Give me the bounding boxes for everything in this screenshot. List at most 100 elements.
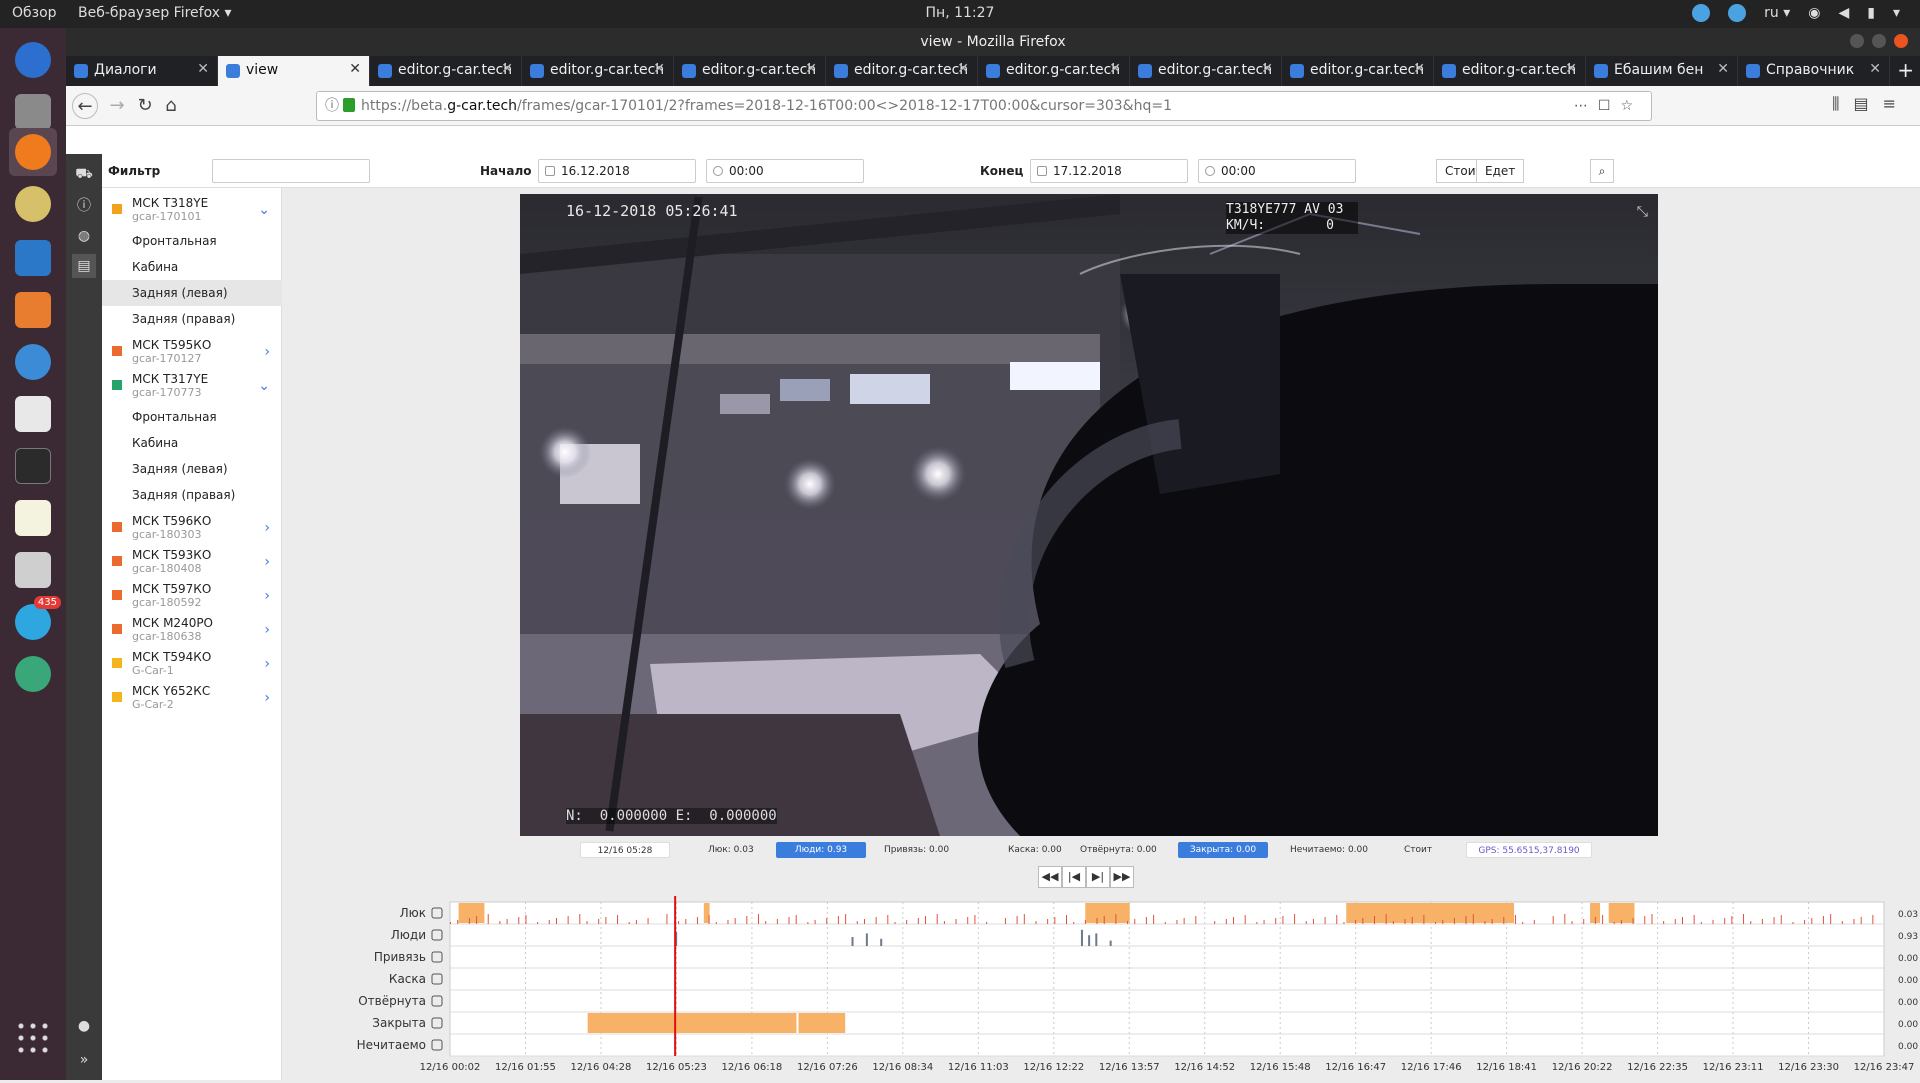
launcher-amazon[interactable]	[9, 390, 57, 438]
vehicle-item[interactable]: МСК Т317YE gcar-170773 ⌄	[102, 368, 282, 402]
frames-icon[interactable]: ▤	[72, 254, 96, 278]
system-tray[interactable]: ru ▾ ◉ ◀ ▮ ▾	[1692, 4, 1900, 22]
maximize-button[interactable]	[1872, 34, 1886, 48]
camera-item[interactable]: Фронтальная	[102, 404, 282, 430]
launcher-help[interactable]	[9, 338, 57, 386]
chevron-down-icon[interactable]: ⌄	[258, 202, 270, 218]
tab-4[interactable]: editor.g-car.tech ✕	[674, 56, 826, 86]
close-window-button[interactable]	[1894, 34, 1908, 48]
step-back-button[interactable]: |◀	[1062, 866, 1086, 888]
search-icon[interactable]: ⌕	[1590, 159, 1614, 183]
camera-item[interactable]: Кабина	[102, 430, 282, 456]
start-date-input[interactable]: 16.12.2018	[538, 159, 696, 183]
new-tab-button[interactable]: +	[1897, 58, 1914, 82]
volume-icon[interactable]: ◀	[1838, 5, 1849, 21]
close-tab-icon[interactable]: ✕	[1869, 61, 1881, 77]
info-icon[interactable]: ⓘ	[325, 92, 339, 120]
camera-item[interactable]: Задняя (левая)	[102, 280, 282, 306]
close-tab-icon[interactable]: ✕	[501, 61, 513, 77]
launcher-software[interactable]	[9, 286, 57, 334]
chevron-right-icon[interactable]: ›	[264, 690, 270, 706]
chevron-right-icon[interactable]: ›	[264, 656, 270, 672]
tab-9[interactable]: editor.g-car.tech ✕	[1434, 56, 1586, 86]
expand-icon[interactable]: »	[72, 1048, 96, 1072]
clock[interactable]: Пн, 11:27	[0, 5, 1920, 21]
close-tab-icon[interactable]: ✕	[1261, 61, 1273, 77]
vehicle-item[interactable]: МСК Y652КС G-Car-2 ›	[102, 680, 282, 714]
launcher-text-editor[interactable]	[9, 494, 57, 542]
start-time-input[interactable]: 00:00	[706, 159, 864, 183]
launcher-atom[interactable]	[9, 650, 57, 698]
tab-3[interactable]: editor.g-car.tech ✕	[522, 56, 674, 86]
rewind-button[interactable]: ◀◀	[1038, 866, 1062, 888]
tab-7[interactable]: editor.g-car.tech ✕	[1130, 56, 1282, 86]
language-indicator[interactable]: ru ▾	[1764, 5, 1790, 21]
tab-6[interactable]: editor.g-car.tech ✕	[978, 56, 1130, 86]
tab-2[interactable]: editor.g-car.tech ✕	[370, 56, 522, 86]
close-tab-icon[interactable]: ✕	[1413, 61, 1425, 77]
tab-8[interactable]: editor.g-car.tech ✕	[1282, 56, 1434, 86]
cloud-sync-icon[interactable]	[1728, 4, 1747, 22]
timeline-chart[interactable]: Люк 0.03 Люди 0.93 Привязь 0.00 Каска 0.00 Отвёр…	[282, 894, 1920, 1083]
vehicle-item[interactable]: МСК Т596КО gcar-180303 ›	[102, 510, 282, 544]
tab-5[interactable]: editor.g-car.tech ✕	[826, 56, 978, 86]
detection-timeline[interactable]: Люк 0.03 Люди 0.93 Привязь 0.00 Каска 0.00 Отвёр…	[282, 894, 1920, 1083]
vehicle-item[interactable]: МСК М240РО gcar-180638 ›	[102, 612, 282, 646]
user-icon[interactable]: ●	[72, 1014, 96, 1038]
chevron-right-icon[interactable]: ›	[264, 344, 270, 360]
camera-item[interactable]: Задняя (левая)	[102, 456, 282, 482]
globe-icon[interactable]: ◍	[72, 224, 96, 248]
chevron-right-icon[interactable]: ›	[264, 588, 270, 604]
reload-button[interactable]: ↻	[132, 93, 158, 119]
launcher-rhythmbox[interactable]	[9, 180, 57, 228]
vehicle-item[interactable]: МСК Т593КО gcar-180408 ›	[102, 544, 282, 578]
battery-icon[interactable]: ▮	[1867, 5, 1875, 21]
vehicle-item[interactable]: МСК Т318YE gcar-170101 ⌄	[102, 192, 282, 226]
close-tab-icon[interactable]: ✕	[1717, 61, 1729, 77]
chevron-right-icon[interactable]: ›	[264, 554, 270, 570]
camera-item[interactable]: Задняя (правая)	[102, 306, 282, 332]
back-button[interactable]: ←	[72, 93, 98, 119]
launcher-telegram[interactable]: 435	[9, 596, 61, 646]
moving-button[interactable]: Едет	[1476, 159, 1525, 183]
close-tab-icon[interactable]: ✕	[349, 61, 361, 77]
filter-input[interactable]	[212, 159, 370, 183]
launcher-installer[interactable]	[9, 546, 57, 594]
vehicle-item[interactable]: МСК Т594КО G-Car-1 ›	[102, 646, 282, 680]
home-button[interactable]: ⌂	[158, 93, 184, 119]
window-titlebar[interactable]: view - Mozilla Firefox	[66, 28, 1920, 56]
video-frame[interactable]: 16-12-2018 05:26:41 T318YE777 AV 03 КМ/Ч…	[520, 194, 1658, 836]
close-tab-icon[interactable]: ✕	[653, 61, 665, 77]
lock-icon[interactable]	[343, 98, 355, 112]
url-bar[interactable]: ⓘ https://beta.g-car.tech/frames/gcar-17…	[316, 91, 1652, 121]
system-menu-icon[interactable]: ▾	[1893, 5, 1900, 21]
tab-1[interactable]: view ✕	[218, 56, 370, 86]
close-tab-icon[interactable]: ✕	[197, 61, 209, 77]
vehicle-item[interactable]: МСК Т597КО gcar-180592 ›	[102, 578, 282, 612]
camera-item[interactable]: Фронтальная	[102, 228, 282, 254]
fullscreen-icon[interactable]: ⤡	[1637, 204, 1648, 220]
chevron-right-icon[interactable]: ›	[264, 520, 270, 536]
tab-0[interactable]: Диалоги ✕	[66, 56, 218, 86]
cloud-icon[interactable]	[1692, 4, 1711, 22]
page-actions[interactable]: ⋯☐☆	[1574, 92, 1643, 120]
tab-11[interactable]: Справочник ✕	[1738, 56, 1890, 86]
wifi-icon[interactable]: ◉	[1808, 5, 1820, 21]
toolbar-right-icons[interactable]: ⫼▤≡	[1832, 94, 1910, 114]
end-time-input[interactable]: 00:00	[1198, 159, 1356, 183]
end-date-input[interactable]: 17.12.2018	[1030, 159, 1188, 183]
camera-item[interactable]: Кабина	[102, 254, 282, 280]
tab-10[interactable]: Ебашим бен ✕	[1586, 56, 1738, 86]
chevron-right-icon[interactable]: ›	[264, 622, 270, 638]
close-tab-icon[interactable]: ✕	[805, 61, 817, 77]
chevron-down-icon[interactable]: ⌄	[258, 378, 270, 394]
fast-forward-button[interactable]: ▶▶	[1110, 866, 1134, 888]
alert-icon[interactable]: ⓘ	[72, 194, 96, 218]
show-applications-button[interactable]	[9, 1014, 57, 1062]
launcher-thunderbird[interactable]	[9, 36, 57, 84]
minimize-button[interactable]	[1850, 34, 1864, 48]
step-forward-button[interactable]: ▶|	[1086, 866, 1110, 888]
vehicle-item[interactable]: МСК Т595КО gcar-170127 ›	[102, 334, 282, 368]
close-tab-icon[interactable]: ✕	[957, 61, 969, 77]
launcher-writer[interactable]	[9, 234, 57, 282]
